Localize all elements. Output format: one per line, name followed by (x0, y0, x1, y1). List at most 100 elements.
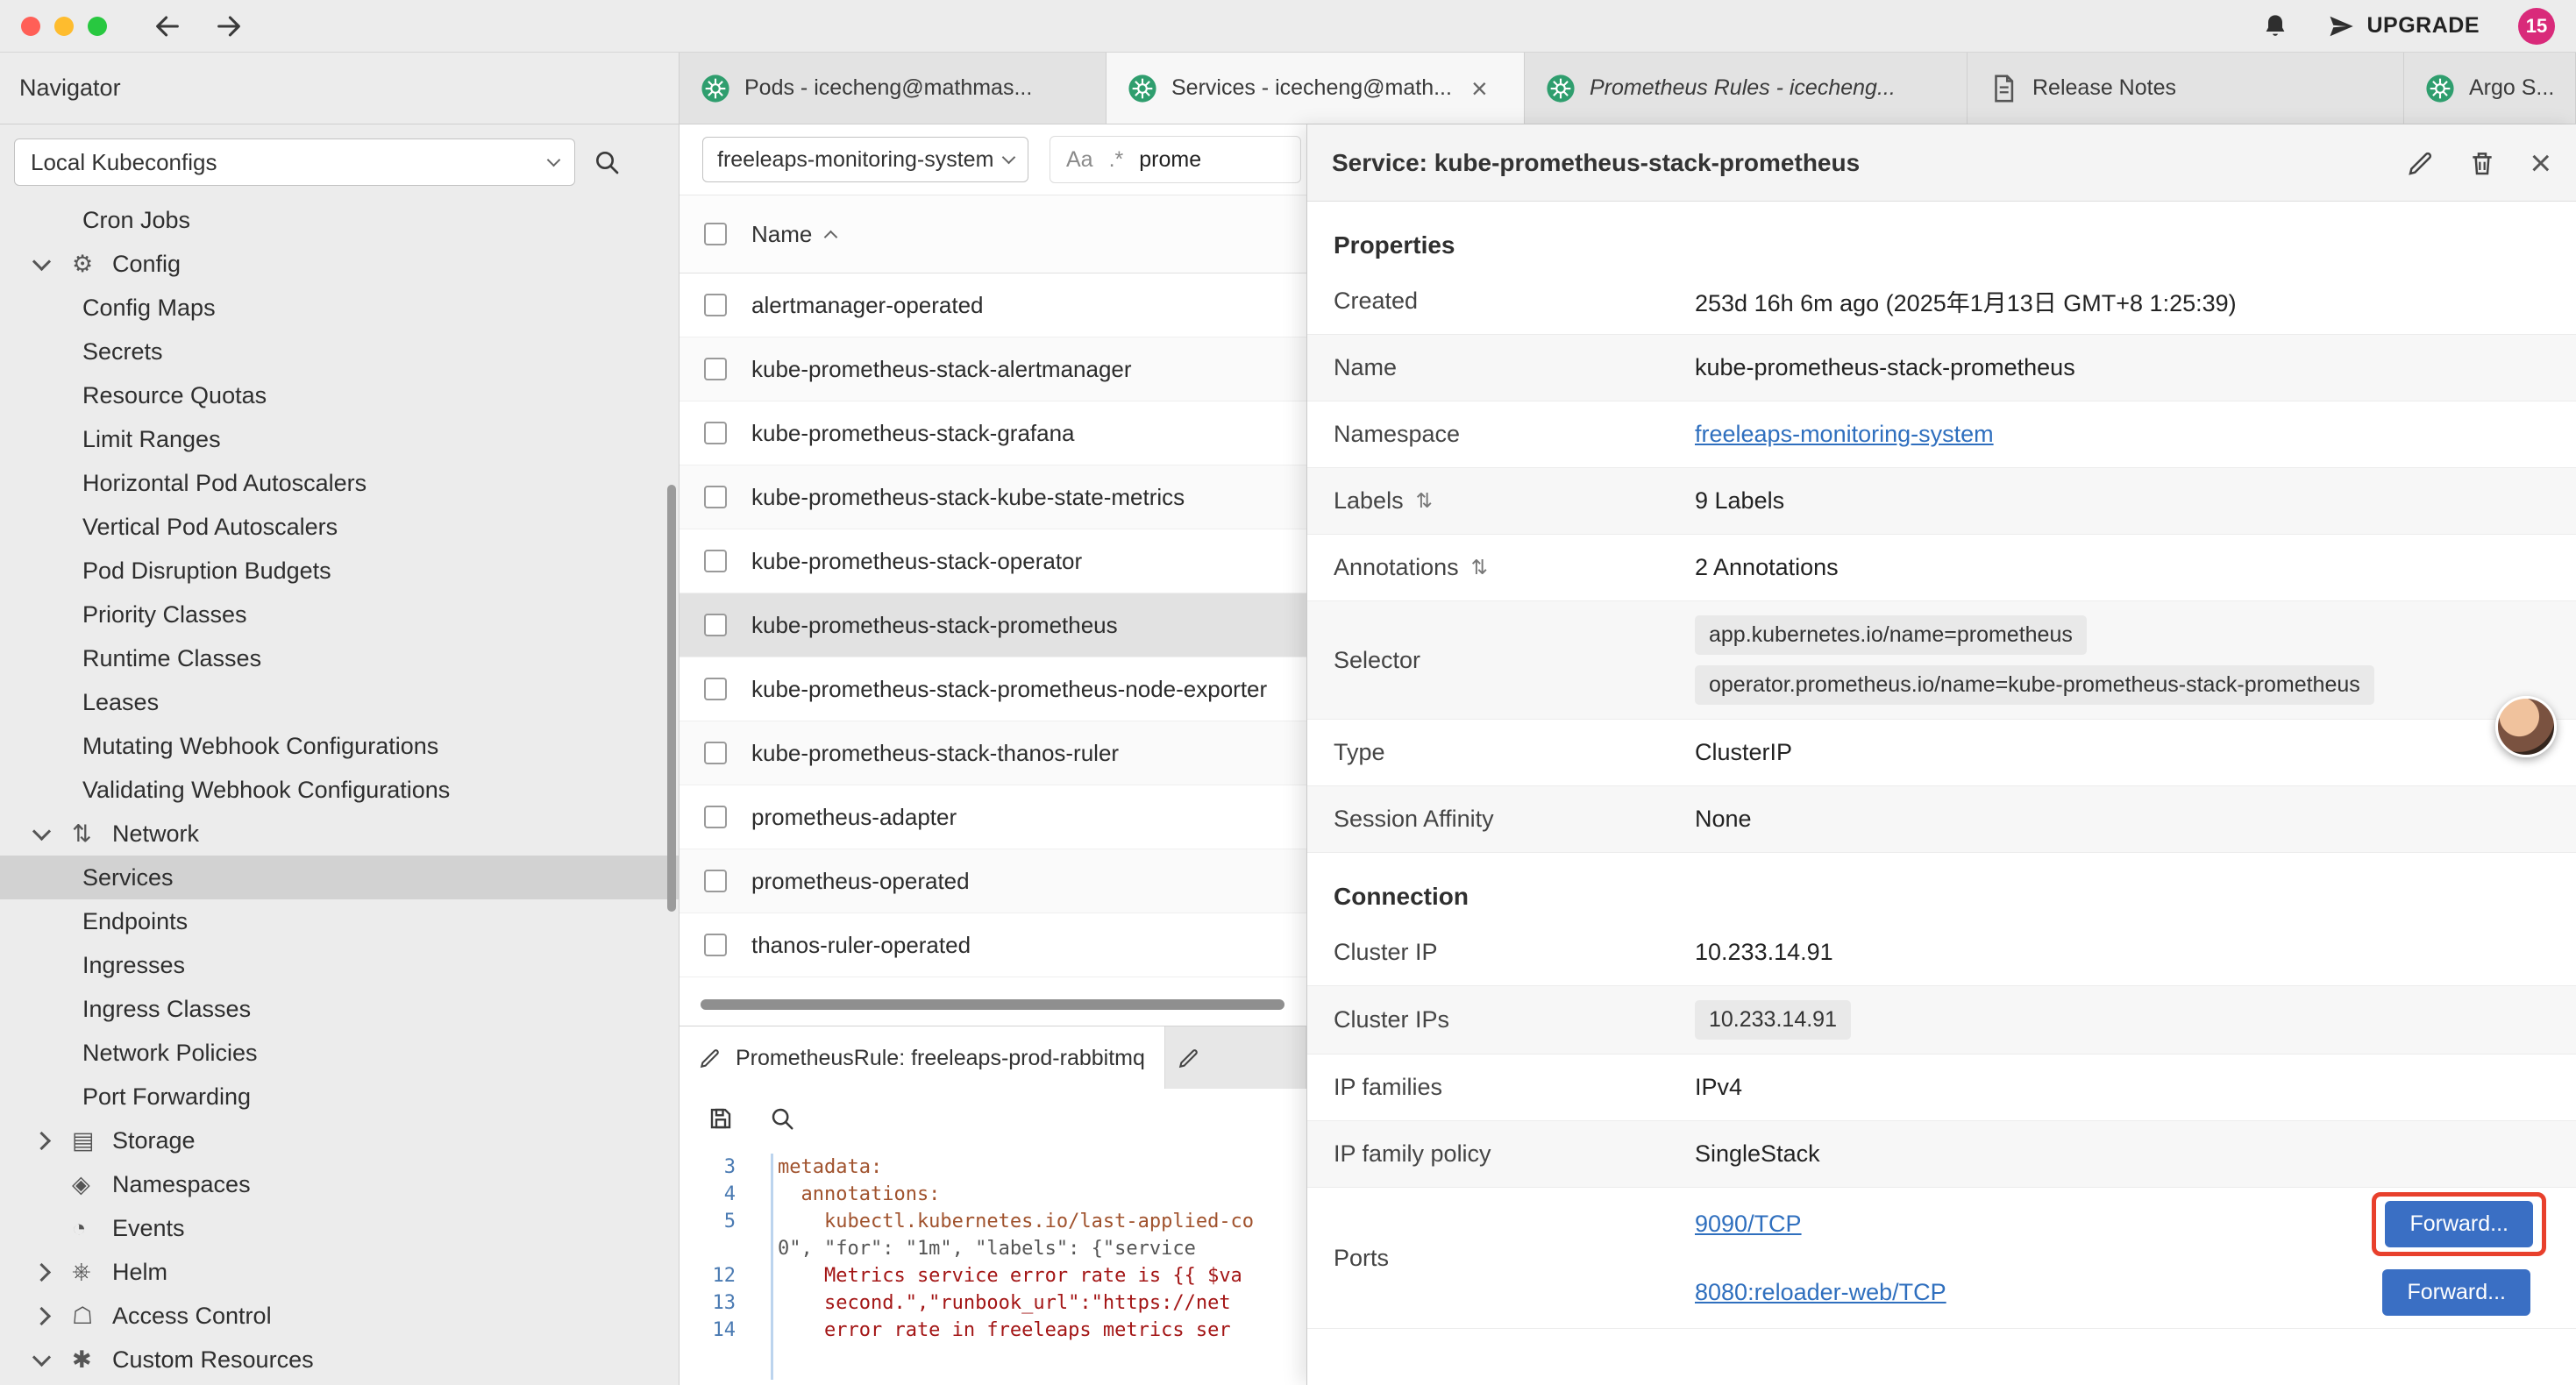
row-checkbox[interactable] (704, 486, 727, 508)
column-header-name[interactable]: Name (751, 221, 836, 248)
sidebar-search-icon[interactable] (593, 148, 621, 176)
sidebar-item-label: Leases (82, 689, 159, 716)
row-checkbox[interactable] (704, 422, 727, 444)
upgrade-button[interactable]: UPGRADE (2328, 13, 2480, 39)
chevron-right-icon[interactable] (35, 1134, 72, 1147)
save-icon[interactable] (708, 1105, 734, 1132)
delete-trash-icon[interactable] (2468, 149, 2496, 177)
table-row[interactable]: prometheus-operated (680, 849, 1306, 913)
table-row[interactable]: kube-prometheus-stack-alertmanager (680, 337, 1306, 401)
sidebar-item-endpoints[interactable]: Endpoints (0, 899, 679, 943)
sidebar-item-resource-quotas[interactable]: Resource Quotas (0, 373, 679, 417)
editor-tab-partial[interactable] (1165, 1026, 1306, 1090)
sort-arrows-icon[interactable]: ⇅ (1416, 489, 1433, 513)
sidebar-item-helm[interactable]: ⎈Helm (0, 1250, 679, 1294)
tab-services[interactable]: Services - icecheng@math... × (1107, 53, 1525, 124)
forward-arrow-icon[interactable] (214, 11, 244, 41)
sidebar-item-config-maps[interactable]: Config Maps (0, 286, 679, 330)
row-checkbox[interactable] (704, 742, 727, 764)
sidebar-item-network-policies[interactable]: Network Policies (0, 1031, 679, 1075)
sidebar-scrollbar[interactable] (667, 485, 676, 912)
tab-release-notes[interactable]: Release Notes (1968, 53, 2404, 124)
row-checkbox[interactable] (704, 678, 727, 700)
sidebar-item-vertical-pod-autoscalers[interactable]: Vertical Pod Autoscalers (0, 505, 679, 549)
sidebar-item-label: Ingress Classes (82, 996, 251, 1023)
notifications-bell-icon[interactable] (2261, 12, 2289, 40)
sidebar-item-definitions[interactable]: Definitions (0, 1381, 679, 1385)
row-checkbox[interactable] (704, 550, 727, 572)
tab-argo[interactable]: Argo S... (2404, 53, 2576, 124)
kubeconfig-selector[interactable]: Local Kubeconfigs (14, 138, 575, 186)
minimize-window-button[interactable] (54, 17, 74, 36)
editor-search-icon[interactable] (769, 1105, 795, 1132)
row-checkbox[interactable] (704, 294, 727, 316)
editor-tab-prometheusrule[interactable]: PrometheusRule: freeleaps-prod-rabbitmq (680, 1026, 1165, 1090)
row-checkbox[interactable] (704, 358, 727, 380)
namespace-link[interactable]: freeleaps-monitoring-system (1695, 421, 1994, 448)
horizontal-scrollbar[interactable] (701, 999, 1284, 1010)
sidebar-item-events[interactable]: ◔Events (0, 1206, 679, 1250)
sidebar-item-network[interactable]: ⇅Network (0, 812, 679, 856)
row-checkbox[interactable] (704, 614, 727, 636)
row-checkbox[interactable] (704, 934, 727, 956)
forward-button[interactable]: Forward... (2385, 1201, 2533, 1247)
detail-value: 253d 16h 6m ago (2025年1月13日 GMT+8 1:25:3… (1695, 284, 2550, 318)
select-all-checkbox[interactable] (704, 223, 727, 245)
chevron-down-icon[interactable] (35, 1355, 72, 1364)
table-row[interactable]: kube-prometheus-stack-thanos-ruler (680, 721, 1306, 785)
sidebar-item-config[interactable]: ⚙Config (0, 242, 679, 286)
sidebar-item-runtime-classes[interactable]: Runtime Classes (0, 636, 679, 680)
sidebar-item-limit-ranges[interactable]: Limit Ranges (0, 417, 679, 461)
tab-prometheus-rules[interactable]: Prometheus Rules - icecheng... (1525, 53, 1968, 124)
close-window-button[interactable] (21, 17, 40, 36)
chevron-right-icon[interactable] (35, 1266, 72, 1279)
user-avatar[interactable] (2495, 696, 2557, 757)
table-row[interactable]: prometheus-adapter (680, 785, 1306, 849)
sidebar-item-mutating-webhook-configurations[interactable]: Mutating Webhook Configurations (0, 724, 679, 768)
sidebar-item-access-control[interactable]: ☖Access Control (0, 1294, 679, 1338)
table-row[interactable]: alertmanager-operated (680, 273, 1306, 337)
regex-toggle[interactable]: .* (1109, 147, 1124, 173)
chevron-down-icon[interactable] (35, 829, 72, 838)
sidebar-item-cron-jobs[interactable]: Cron Jobs (0, 198, 679, 242)
close-icon[interactable]: × (2530, 145, 2551, 181)
port-link[interactable]: 8080:reloader-web/TCP (1695, 1279, 1946, 1306)
namespace-filter-dropdown[interactable]: freeleaps-monitoring-system (702, 137, 1028, 182)
table-row[interactable]: kube-prometheus-stack-kube-state-metrics (680, 465, 1306, 529)
sidebar-item-leases[interactable]: Leases (0, 680, 679, 724)
sidebar-item-priority-classes[interactable]: Priority Classes (0, 593, 679, 636)
tab-close-icon[interactable]: × (1471, 75, 1488, 103)
sidebar-item-ingresses[interactable]: Ingresses (0, 943, 679, 987)
port-link[interactable]: 9090/TCP (1695, 1211, 1802, 1238)
table-row[interactable]: kube-prometheus-stack-prometheus (680, 593, 1306, 657)
chevron-down-icon[interactable] (35, 259, 72, 268)
chevron-right-icon[interactable] (35, 1310, 72, 1323)
notification-count-badge[interactable]: 15 (2518, 8, 2555, 45)
table-row[interactable]: thanos-ruler-operated (680, 913, 1306, 977)
sidebar-item-secrets[interactable]: Secrets (0, 330, 679, 373)
sidebar-item-namespaces[interactable]: ◈Namespaces (0, 1162, 679, 1206)
tab-pods[interactable]: Pods - icecheng@mathmas... (680, 53, 1107, 124)
sort-arrows-icon[interactable]: ⇅ (1471, 556, 1488, 579)
sidebar-item-horizontal-pod-autoscalers[interactable]: Horizontal Pod Autoscalers (0, 461, 679, 505)
match-case-toggle[interactable]: Aa (1066, 147, 1093, 173)
sidebar-item-ingress-classes[interactable]: Ingress Classes (0, 987, 679, 1031)
search-input[interactable]: Aa .* prome (1050, 136, 1301, 183)
table-row[interactable]: kube-prometheus-stack-prometheus-node-ex… (680, 657, 1306, 721)
table-row[interactable]: kube-prometheus-stack-operator (680, 529, 1306, 593)
forward-button[interactable]: Forward... (2382, 1269, 2530, 1316)
row-checkbox[interactable] (704, 806, 727, 828)
zoom-window-button[interactable] (88, 17, 107, 36)
sidebar-item-custom-resources[interactable]: ✱Custom Resources (0, 1338, 679, 1381)
sidebar-item-port-forwarding[interactable]: Port Forwarding (0, 1075, 679, 1119)
sidebar-item-services[interactable]: Services (0, 856, 679, 899)
sidebar-item-storage[interactable]: ▤Storage (0, 1119, 679, 1162)
edit-pencil-icon[interactable] (2407, 149, 2435, 177)
back-arrow-icon[interactable] (153, 11, 182, 41)
yaml-editor[interactable]: 3metadata:4 annotations:5 kubectl.kubern… (680, 1148, 1306, 1385)
row-checkbox[interactable] (704, 870, 727, 892)
table-row[interactable]: kube-prometheus-stack-grafana (680, 401, 1306, 465)
port-row: 9090/TCP Forward... (1695, 1190, 2550, 1258)
sidebar-item-validating-webhook-configurations[interactable]: Validating Webhook Configurations (0, 768, 679, 812)
sidebar-item-pod-disruption-budgets[interactable]: Pod Disruption Budgets (0, 549, 679, 593)
